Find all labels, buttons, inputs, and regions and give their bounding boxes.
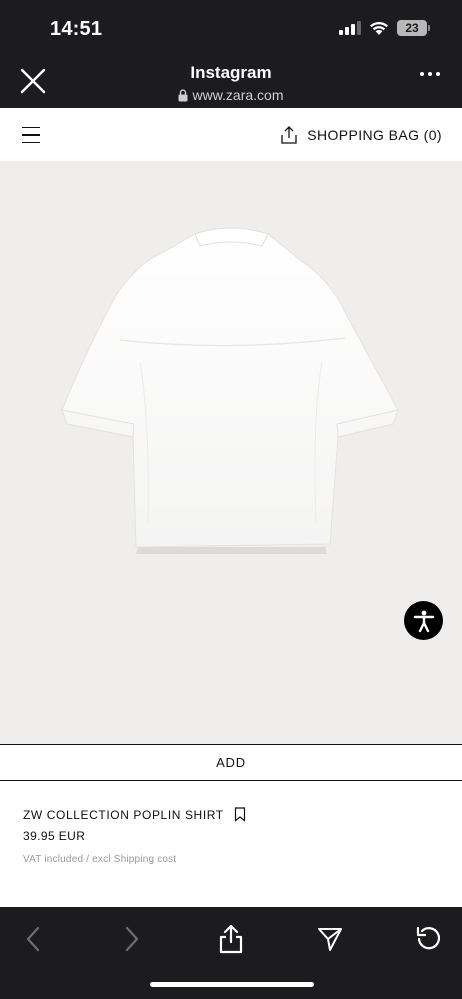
browser-header: 14:51 23 Instagram www.zara.com: [0, 0, 462, 108]
forward-icon[interactable]: [117, 924, 147, 954]
product-name: ZW COLLECTION POPLIN SHIRT: [23, 808, 224, 822]
product-image[interactable]: [0, 162, 462, 744]
status-time: 14:51: [50, 18, 103, 40]
more-options-icon[interactable]: [420, 72, 440, 76]
cellular-signal-icon: [339, 21, 361, 35]
share-icon[interactable]: [279, 125, 299, 150]
home-indicator: [150, 982, 314, 987]
menu-icon[interactable]: [22, 127, 40, 143]
status-icons: 23: [339, 20, 430, 36]
product-price: 39.95 EUR: [23, 829, 86, 843]
back-icon[interactable]: [18, 924, 48, 954]
url-text: www.zara.com: [192, 87, 284, 103]
product-info: ZW COLLECTION POPLIN SHIRT 39.95 EUR VAT…: [0, 781, 462, 907]
browser-title: Instagram: [190, 63, 272, 82]
site-nav: SHOPPING BAG (0): [0, 108, 462, 162]
add-button[interactable]: ADD: [0, 744, 462, 781]
reload-icon[interactable]: [414, 924, 444, 954]
lock-icon: [178, 88, 188, 101]
battery-icon: 23: [397, 20, 427, 36]
send-icon[interactable]: [315, 924, 345, 954]
browser-url: www.zara.com: [0, 87, 462, 103]
accessibility-icon[interactable]: [404, 601, 443, 640]
shirt-image: [61, 227, 399, 554]
shopping-bag-link[interactable]: SHOPPING BAG (0): [307, 127, 442, 143]
bookmark-icon[interactable]: [234, 807, 246, 827]
wifi-icon: [370, 21, 388, 35]
vat-note: VAT included / excl Shipping cost: [23, 854, 177, 865]
share-icon[interactable]: [216, 924, 246, 954]
